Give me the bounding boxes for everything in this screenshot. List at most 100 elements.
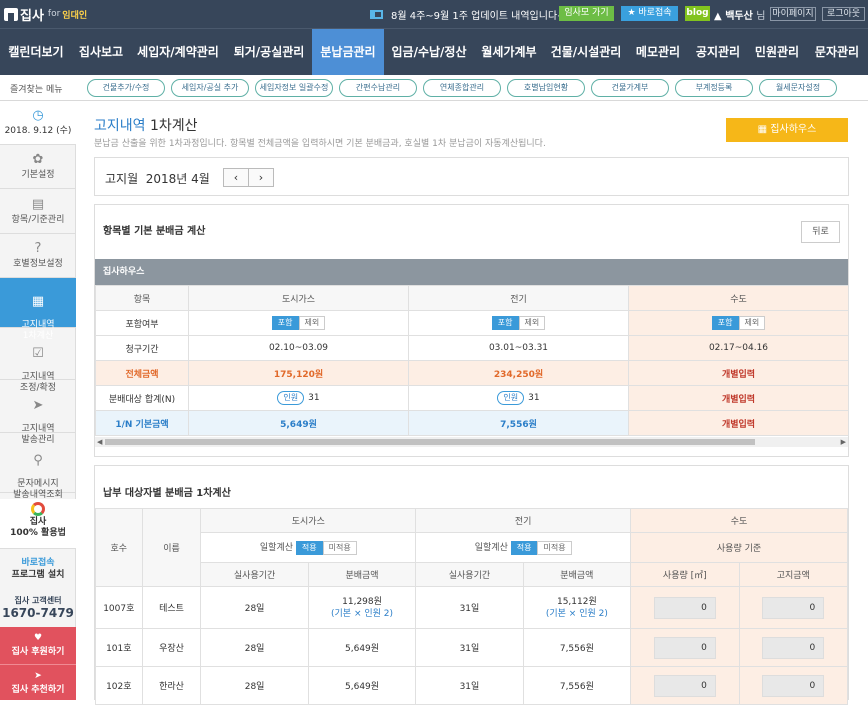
usage-input[interactable]: 0 [653, 636, 716, 659]
promo-usage[interactable]: 집사 100% 활용법 [0, 499, 76, 549]
row-label: 분배대상 합계(N) [95, 385, 189, 411]
table-header-row: 호수 이름 도시가스 전기 수도 [95, 508, 848, 587]
nav-vacancy[interactable]: 퇴거/공실관리 [226, 29, 312, 75]
nav-installment[interactable]: 분납금관리 [312, 29, 384, 75]
water-basis: 사용량 기준 [630, 532, 848, 563]
nav-calendar[interactable]: 캘린더보기 [0, 29, 72, 75]
horizontal-scrollbar[interactable]: ◀ ▶ [95, 437, 848, 447]
include-toggle-elec: 포함 제외 [408, 310, 629, 336]
nav-building[interactable]: 건물/시설관리 [544, 29, 628, 75]
row-label: 전체금액 [95, 360, 189, 386]
notice-input[interactable]: 0 [762, 596, 825, 619]
include-off-button[interactable]: 제외 [298, 316, 326, 330]
include-on-button[interactable]: 포함 [491, 316, 519, 330]
nav-complaint[interactable]: 민원관리 [748, 29, 806, 75]
nav-memo[interactable]: 메모관리 [628, 29, 688, 75]
include-off-button[interactable]: 제외 [738, 316, 766, 330]
quick-item[interactable]: 간편수납관리 [339, 79, 417, 97]
nav-tenant[interactable]: 세입자/계약관리 [130, 29, 226, 75]
sidebar: ◷ 2018. 9.12 (수) ✿ 기본설정 ▤ 항목/기준관리 ? 호별정보… [0, 101, 76, 700]
quick-item[interactable]: 건물가계부 [591, 79, 669, 97]
quick-item[interactable]: 부계정등록 [675, 79, 753, 97]
nav-ledger[interactable]: 월세가계부 [474, 29, 544, 75]
include-on-button[interactable]: 포함 [271, 316, 299, 330]
back-button[interactable]: 뒤로 [801, 221, 840, 243]
quick-item[interactable]: 월세문자설정 [759, 79, 837, 97]
sidebar-item-items[interactable]: ▤ 항목/기준관리 [0, 189, 76, 234]
update-notice[interactable]: 8월 4주~9월 1주 업데이트 내역입니다~ [370, 7, 566, 22]
nav-sms[interactable]: 문자관리 [806, 29, 868, 75]
chrome-icon [31, 502, 45, 516]
quick-item[interactable]: 세입자/공실 추가 [171, 79, 249, 97]
count-value: 31 [528, 393, 540, 403]
not-apply-button[interactable]: 미적용 [537, 540, 572, 555]
scroll-right-icon[interactable]: ▶ [841, 437, 846, 447]
sidebar-item-sms-history[interactable]: ⚲ 문자메시지 발송내역조회 [0, 433, 76, 500]
mypage-button[interactable]: 마이페이지 [770, 7, 816, 21]
table-row: 청구기간 02.10~03.09 03.01~03.31 02.17~04.16 [95, 335, 849, 361]
total-cell[interactable]: 175,120원 [188, 360, 409, 386]
table-header-row: 일할계산 적용 미적용 일할계산 적용 미적용 사용량 기준 [96, 532, 848, 563]
user-suffix: 님 [756, 11, 766, 22]
notice-input[interactable]: 0 [762, 674, 825, 697]
apply-button[interactable]: 적용 [295, 540, 323, 555]
building-header: 집사하우스 [95, 259, 848, 285]
quick-item[interactable]: 연체종합관리 [423, 79, 501, 97]
period-cell[interactable]: 02.10~03.09 [188, 335, 409, 361]
unit-cell: 1007호 [95, 586, 143, 629]
base-cell: 5,649원 [188, 410, 409, 436]
not-apply-button[interactable]: 미적용 [322, 540, 357, 555]
home-icon [4, 7, 18, 21]
sidebar-item-settings[interactable]: ✿ 기본설정 [0, 145, 76, 189]
gas-days-cell: 28일 [200, 586, 309, 629]
count-pill[interactable]: 인원 [497, 391, 525, 405]
clock-icon: ◷ [32, 108, 44, 123]
period-cell[interactable]: 03.01~03.31 [408, 335, 629, 361]
sidebar-item-calc[interactable]: ▦ 고지내역 1차계산 [0, 278, 76, 341]
sidebar-item-adjust[interactable]: ☑ 고지내역 조정/확정 [0, 328, 76, 393]
total-cell: 개별입력 [628, 360, 849, 386]
nav-payment[interactable]: 입금/수납/정산 [384, 29, 474, 75]
period-cell[interactable]: 02.17~04.16 [628, 335, 849, 361]
logo-for: for [47, 9, 61, 19]
group-elec: 전기 [415, 508, 632, 533]
community-button[interactable]: 임사모 가기 [559, 6, 614, 21]
include-toggle-water: 포함 제외 [628, 310, 849, 336]
gas-note: (기본 × 인원 2) [331, 608, 394, 619]
apply-button[interactable]: 적용 [510, 540, 538, 555]
nav-report[interactable]: 집사보고 [72, 29, 130, 75]
scroll-left-icon[interactable]: ◀ [97, 437, 102, 447]
search-icon: ⚲ [33, 453, 43, 468]
total-cell[interactable]: 234,250원 [408, 360, 629, 386]
include-off-button[interactable]: 제외 [518, 316, 546, 330]
quick-item[interactable]: 건물추가/수정 [87, 79, 165, 97]
promo-remote[interactable]: 바로접속 프로그램 설치 [0, 553, 76, 587]
remote-access-button[interactable]: ★ 바로접속 [621, 6, 678, 21]
quick-item[interactable]: 호별납입현황 [507, 79, 585, 97]
base-amount-table: 항목 도시가스 전기 수도 포함여부 포함 제외 포함 제외 포함 제외 청구기간 0… [95, 285, 849, 436]
next-month-button[interactable]: › [248, 168, 274, 187]
support-button[interactable]: ♥ 집사 후원하기 [0, 627, 76, 664]
house-select-button[interactable]: ▦ 집사하우스 [726, 118, 848, 142]
month-value: 2018년 4월 [145, 172, 210, 186]
count-pill[interactable]: 인원 [277, 391, 305, 405]
sidebar-item-send[interactable]: ➤ 고지내역 발송관리 [0, 380, 76, 445]
usage-input[interactable]: 0 [653, 674, 716, 697]
sub-amount: 분배금액 [522, 562, 632, 587]
table-row: 전체금액 175,120원 234,250원 개별입력 [95, 360, 849, 386]
logout-button[interactable]: 로그아웃 [822, 7, 865, 21]
prev-month-button[interactable]: ‹ [223, 168, 249, 187]
usage-input[interactable]: 0 [653, 596, 716, 619]
recommend-button[interactable]: ➤ 집사 추천하기 [0, 664, 76, 700]
col-header: 항목 [95, 285, 189, 311]
quick-item[interactable]: 세입자정보 일괄수정 [255, 79, 333, 97]
blog-button[interactable]: blog [685, 6, 710, 21]
scrollbar-thumb[interactable] [105, 439, 755, 445]
gas-amount-cell: 11,298원 (기본 × 인원 2) [307, 586, 417, 629]
sidebar-item-unit-info[interactable]: ? 호별정보설정 [0, 234, 76, 278]
per-unit-section: 납부 대상자별 분배금 1차계산 호수 이름 도시가스 전기 수도 일할계산 적… [94, 465, 849, 705]
notice-input[interactable]: 0 [762, 636, 825, 659]
app-logo[interactable]: 집사 for 임대인 [4, 5, 87, 24]
nav-notice[interactable]: 공지관리 [688, 29, 748, 75]
include-on-button[interactable]: 포함 [711, 316, 739, 330]
